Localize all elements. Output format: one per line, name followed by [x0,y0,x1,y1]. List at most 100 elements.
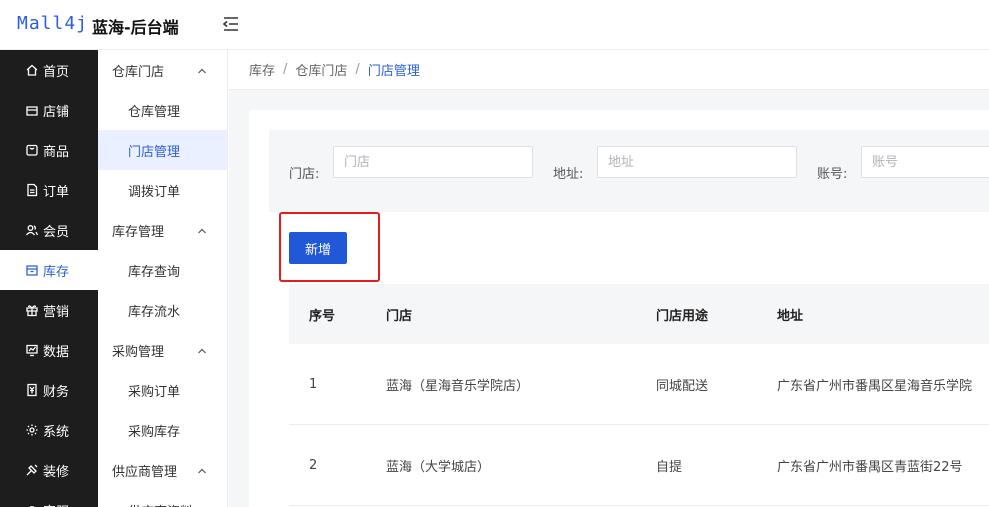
main-menu-label: 装修 [43,464,70,480]
breadcrumb-item[interactable]: 库存 [249,60,275,79]
sub-menu-label: 库存查询 [128,264,181,280]
main-menu-item[interactable]: 客服 [0,490,98,507]
main-menu-item[interactable]: 库存 [0,250,98,290]
cell-store: 蓝海（大学城店） [386,459,491,475]
store-input[interactable] [333,146,533,178]
sub-menu-group[interactable]: 仓库门店 [98,50,227,90]
main-menu-label: 订单 [43,184,70,200]
store-label: 门店: [289,167,320,182]
main-menu-item[interactable]: 装修 [0,450,98,490]
main-menu-item[interactable]: 店铺 [0,90,98,130]
brand-title: 蓝海-后台端 [92,18,179,37]
main-menu-label: 店铺 [43,104,70,120]
column-header-usage: 门店用途 [656,308,709,324]
main-menu-item[interactable]: 首页 [0,50,98,90]
cell-index: 2 [309,457,318,473]
decorate-icon [25,463,39,477]
service-icon [25,503,39,507]
cell-usage: 同城配送 [656,378,709,394]
sub-menu-label: 库存流水 [128,304,181,320]
content-area: 库存 / 仓库门店 / 门店管理 门店: 地址: 账号: 新增 序号 门店 门店… [229,50,989,507]
sub-menu-label: 仓库门店 [112,64,165,80]
home-icon [25,63,39,77]
sub-menu-item[interactable]: 供应商资料 [98,490,227,507]
column-header-store: 门店 [386,308,413,324]
search-panel: 门店: 地址: 账号: [269,130,989,212]
main-menu-label: 商品 [43,144,70,160]
main-menu-label: 财务 [43,384,70,400]
sub-menu-label: 采购订单 [128,384,181,400]
main-menu-item[interactable]: 系统 [0,410,98,450]
sub-menu-item[interactable]: 仓库管理 [98,90,227,130]
main-sidebar: 首页店铺商品订单会员库存营销数据财务系统装修客服 [0,50,98,507]
chevron-up-icon [197,345,207,355]
sub-menu-label: 供应商管理 [112,464,178,480]
main-menu-item[interactable]: 数据 [0,330,98,370]
address-input[interactable] [597,146,797,178]
logo-text: Mall4j [17,13,89,34]
order-icon [25,183,39,197]
menu-collapse-icon[interactable] [222,15,240,33]
main-menu-item[interactable]: 财务 [0,370,98,410]
sub-menu-label: 供应商资料 [128,501,193,507]
cell-store: 蓝海（星海音乐学院店） [386,378,530,394]
main-menu-label: 库存 [43,264,70,280]
main-menu-label: 会员 [43,224,70,240]
sub-menu-label: 仓库管理 [128,104,181,120]
main-menu-label: 数据 [43,344,70,360]
main-menu-label: 营销 [43,304,70,320]
member-icon [25,223,39,237]
sub-menu-group[interactable]: 库存管理 [98,210,227,250]
add-button[interactable]: 新增 [289,232,347,264]
gift-icon [25,303,39,317]
top-header: Mall4j 蓝海-后台端 [0,0,989,50]
main-menu-label: 客服 [43,501,69,507]
sub-menu-item[interactable]: 采购订单 [98,370,227,410]
sub-menu-item[interactable]: 库存查询 [98,250,227,290]
cell-index: 1 [309,376,318,392]
chevron-up-icon [197,65,207,75]
finance-icon [25,383,39,397]
cell-address: 广东省广州市番禺区星海音乐学院 [777,378,973,394]
product-icon [25,143,39,157]
sub-menu-item[interactable]: 调拨订单 [98,170,227,210]
sub-menu-label: 库存管理 [112,224,165,240]
table-header: 序号 门店 门店用途 地址 [289,284,989,344]
sub-menu-label: 采购库存 [128,424,181,440]
inventory-icon [25,263,39,277]
sub-menu-group[interactable]: 采购管理 [98,330,227,370]
chevron-up-icon [197,465,207,475]
shop-icon [25,103,39,117]
chevron-up-icon [197,225,207,235]
sub-menu-label: 门店管理 [128,144,181,160]
cell-address: 广东省广州市番禺区青蓝街22号 [777,459,963,475]
logo: Mall4j [17,13,88,34]
main-menu-item[interactable]: 订单 [0,170,98,210]
sub-menu-group[interactable]: 供应商管理 [98,450,227,490]
account-input[interactable] [861,146,989,178]
chart-icon [25,343,39,357]
sub-menu-item[interactable]: 库存流水 [98,290,227,330]
breadcrumb-current: 门店管理 [367,64,420,79]
main-menu-item[interactable]: 商品 [0,130,98,170]
sub-menu-label: 调拨订单 [128,184,181,200]
breadcrumb: 库存 / 仓库门店 / 门店管理 [229,50,989,90]
gear-icon [25,423,39,437]
column-header-address: 地址 [777,308,804,324]
breadcrumb-separator: / [355,62,360,77]
sub-sidebar: 仓库门店仓库管理门店管理调拨订单库存管理库存查询库存流水采购管理采购订单采购库存… [98,50,228,507]
main-menu-item[interactable]: 营销 [0,290,98,330]
sub-menu-item[interactable]: 门店管理 [98,130,227,170]
table-row[interactable]: 1 蓝海（星海音乐学院店） 同城配送 广东省广州市番禺区星海音乐学院 [289,344,989,425]
column-header-index: 序号 [309,308,336,324]
store-table: 序号 门店 门店用途 地址 1 蓝海（星海音乐学院店） 同城配送 广东省广州市番… [289,284,989,506]
breadcrumb-item[interactable]: 仓库门店 [295,60,347,79]
sub-menu-item[interactable]: 采购库存 [98,410,227,450]
main-menu-label: 首页 [43,64,70,80]
breadcrumb-separator: / [283,62,288,77]
main-menu-item[interactable]: 会员 [0,210,98,250]
table-row[interactable]: 2 蓝海（大学城店） 自提 广东省广州市番禺区青蓝街22号 [289,425,989,506]
main-menu-label: 系统 [43,424,70,440]
sub-menu-label: 采购管理 [112,344,165,360]
cell-usage: 自提 [656,459,683,475]
